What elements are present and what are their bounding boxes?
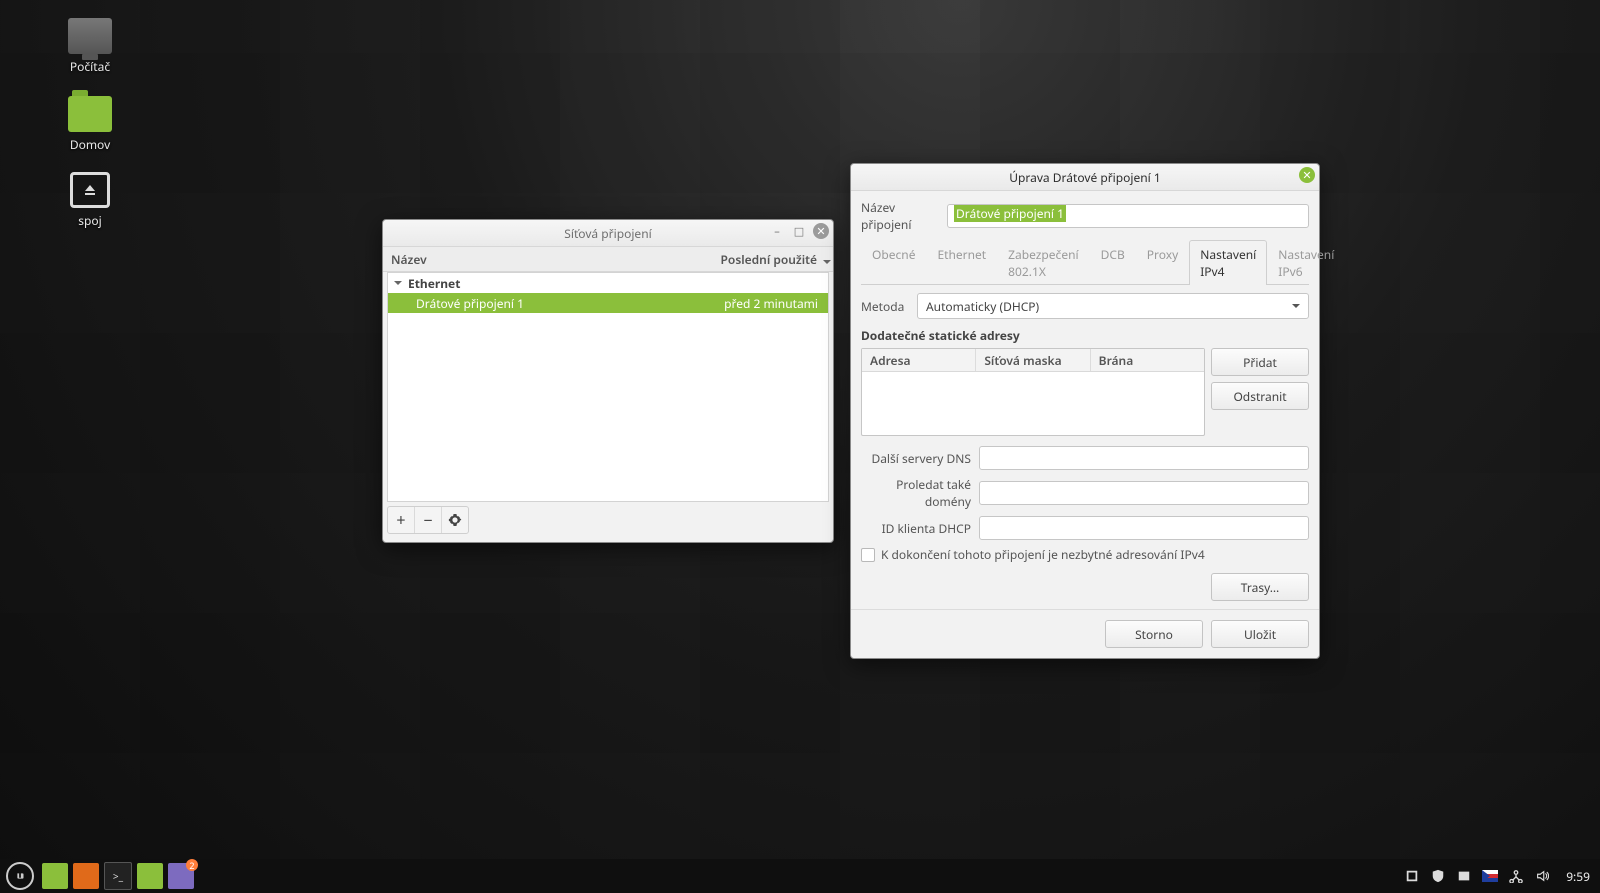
window-title: Síťová připojení (564, 225, 651, 242)
group-label: Ethernet (408, 275, 460, 292)
search-domains-input[interactable] (979, 481, 1309, 505)
tab-ipv6-settings[interactable]: Nastavení IPv6 (1267, 240, 1345, 285)
connection-name: Drátové připojení 1 (388, 295, 724, 312)
connection-name-label: Název připojení (861, 199, 939, 233)
desktop-icon-drive[interactable]: spoj (50, 172, 130, 229)
show-desktop-button[interactable] (42, 863, 68, 889)
eject-drive-icon (70, 172, 110, 208)
remove-connection-button[interactable]: − (415, 507, 442, 533)
column-address[interactable]: Adresa (862, 349, 976, 371)
connection-name-input[interactable]: Drátové připojení 1 (947, 204, 1309, 228)
checkbox-icon (861, 548, 875, 562)
search-domains-label: Proledat také domény (861, 476, 971, 510)
desktop-icon-label: spoj (50, 212, 130, 229)
require-ipv4-label: K dokončení tohoto připojení je nezbytné… (881, 546, 1205, 563)
tab-ipv4-settings[interactable]: Nastavení IPv4 (1189, 240, 1267, 285)
save-button[interactable]: Uložit (1211, 620, 1309, 648)
taskbar[interactable]: >_ 2 9:59 (0, 859, 1600, 893)
tray-keyboard-layout[interactable] (1482, 868, 1498, 884)
method-value: Automaticky (DHCP) (926, 298, 1039, 315)
connection-row-selected[interactable]: Drátové připojení 1 před 2 minutami (388, 293, 828, 313)
minimize-button[interactable]: – (769, 223, 785, 239)
add-address-button[interactable]: Přidat (1211, 348, 1309, 376)
connections-list[interactable]: Ethernet Drátové připojení 1 před 2 minu… (387, 272, 829, 502)
maximize-button[interactable]: □ (791, 223, 807, 239)
connections-header: Název Poslední použité (383, 247, 833, 272)
desktop-icon-home[interactable]: Domov (50, 96, 130, 153)
chevron-down-icon (394, 281, 402, 289)
folder-home-icon (68, 96, 112, 132)
tab-proxy[interactable]: Proxy (1136, 240, 1189, 285)
window-edit-connection[interactable]: Úprava Drátové připojení 1 ✕ Název připo… (850, 163, 1320, 659)
connection-name-value: Drátové připojení 1 (954, 205, 1066, 222)
tab-dcb[interactable]: DCB (1090, 240, 1136, 285)
gear-icon (448, 513, 462, 527)
close-button[interactable]: ✕ (813, 223, 829, 239)
mint-logo-icon (13, 869, 27, 883)
window-network-connections[interactable]: Síťová připojení – □ ✕ Název Poslední po… (382, 219, 834, 543)
computer-icon (68, 18, 112, 54)
taskbar-app-network[interactable]: 2 (168, 863, 194, 889)
method-label: Metoda (861, 298, 909, 315)
edit-connection-button[interactable] (442, 507, 468, 533)
method-combobox[interactable]: Automaticky (DHCP) (917, 293, 1309, 319)
connection-group-ethernet[interactable]: Ethernet (388, 273, 828, 293)
firefox-launcher[interactable] (73, 863, 99, 889)
titlebar[interactable]: Úprava Drátové připojení 1 ✕ (851, 164, 1319, 191)
terminal-launcher[interactable]: >_ (104, 862, 132, 890)
column-name[interactable]: Název (383, 251, 687, 268)
tray-network-icon[interactable] (1508, 868, 1524, 884)
settings-tabs: Obecné Ethernet Zabezpečení 802.1X DCB P… (861, 239, 1309, 285)
taskbar-badge: 2 (186, 859, 198, 871)
flag-cz-icon (1482, 870, 1498, 882)
dns-servers-label: Další servery DNS (861, 450, 971, 467)
routes-button[interactable]: Trasy… (1211, 573, 1309, 601)
static-addresses-table[interactable]: Adresa Síťová maska Brána (861, 348, 1205, 436)
titlebar[interactable]: Síťová připojení – □ ✕ (383, 220, 833, 247)
tray-volume-icon[interactable] (1534, 868, 1550, 884)
desktop-icon-label: Domov (50, 136, 130, 153)
window-title: Úprava Drátové připojení 1 (1009, 169, 1161, 186)
tab-security-8021x[interactable]: Zabezpečení 802.1X (997, 240, 1089, 285)
add-connection-button[interactable]: + (388, 507, 415, 533)
dhcp-client-id-input[interactable] (979, 516, 1309, 540)
require-ipv4-checkbox[interactable]: K dokončení tohoto připojení je nezbytné… (861, 546, 1309, 563)
system-tray: 9:59 (1404, 868, 1594, 885)
start-menu-button[interactable] (6, 862, 34, 890)
connections-toolbar: + − (387, 506, 469, 534)
column-netmask[interactable]: Síťová maska (976, 349, 1090, 371)
tab-ethernet[interactable]: Ethernet (926, 240, 997, 285)
desktop-icon-label: Počítač (50, 58, 130, 75)
column-gateway[interactable]: Brána (1091, 349, 1204, 371)
static-addresses-title: Dodatečné statické adresy (861, 327, 1309, 344)
files-launcher[interactable] (137, 863, 163, 889)
dns-servers-input[interactable] (979, 446, 1309, 470)
delete-address-button[interactable]: Odstranit (1211, 382, 1309, 410)
tab-general[interactable]: Obecné (861, 240, 926, 285)
tray-updates-icon[interactable] (1404, 868, 1420, 884)
cancel-button[interactable]: Storno (1105, 620, 1203, 648)
column-last-used[interactable]: Poslední použité (687, 251, 833, 268)
tray-drive-icon[interactable] (1456, 868, 1472, 884)
close-button[interactable]: ✕ (1299, 167, 1315, 183)
tray-clock[interactable]: 9:59 (1566, 868, 1590, 885)
desktop-icon-computer[interactable]: Počítač (50, 18, 130, 75)
dhcp-client-id-label: ID klienta DHCP (861, 520, 971, 537)
tray-shield-icon[interactable] (1430, 868, 1446, 884)
connection-last-used: před 2 minutami (724, 295, 828, 312)
